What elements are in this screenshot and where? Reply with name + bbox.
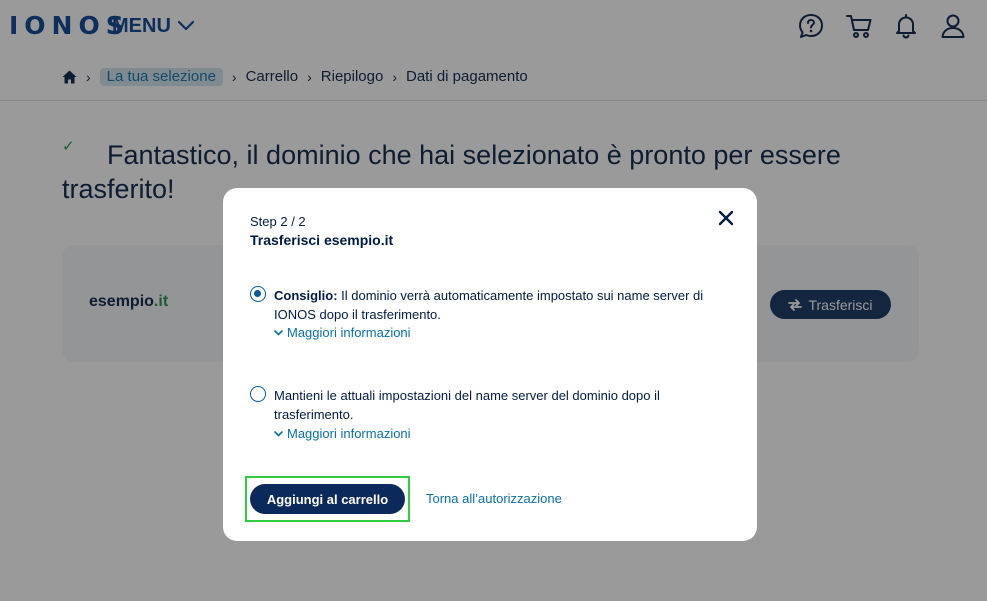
- chevron-down-icon: [274, 430, 283, 437]
- more-info-link-1[interactable]: Maggiori informazioni: [274, 325, 411, 340]
- back-to-authorization-link[interactable]: Torna all’autorizzazione: [426, 491, 562, 506]
- option-ionos-text: Consiglio: Il dominio verrà automaticame…: [274, 288, 704, 322]
- add-to-cart-button[interactable]: Aggiungi al carrello: [250, 484, 405, 514]
- radio-keep-nameserver[interactable]: [250, 386, 266, 402]
- close-icon[interactable]: [716, 208, 736, 228]
- option-keep-text: Mantieni le attuali impostazioni del nam…: [274, 388, 660, 422]
- radio-ionos-nameserver[interactable]: [250, 286, 266, 302]
- transfer-dialog: Step 2 / 2 Trasferisci esempio.it Consig…: [223, 188, 757, 541]
- more-info-link-2[interactable]: Maggiori informazioni: [274, 426, 411, 441]
- dialog-title: Trasferisci esempio.it: [250, 232, 394, 248]
- step-indicator: Step 2 / 2: [250, 214, 306, 229]
- chevron-down-icon: [274, 329, 283, 336]
